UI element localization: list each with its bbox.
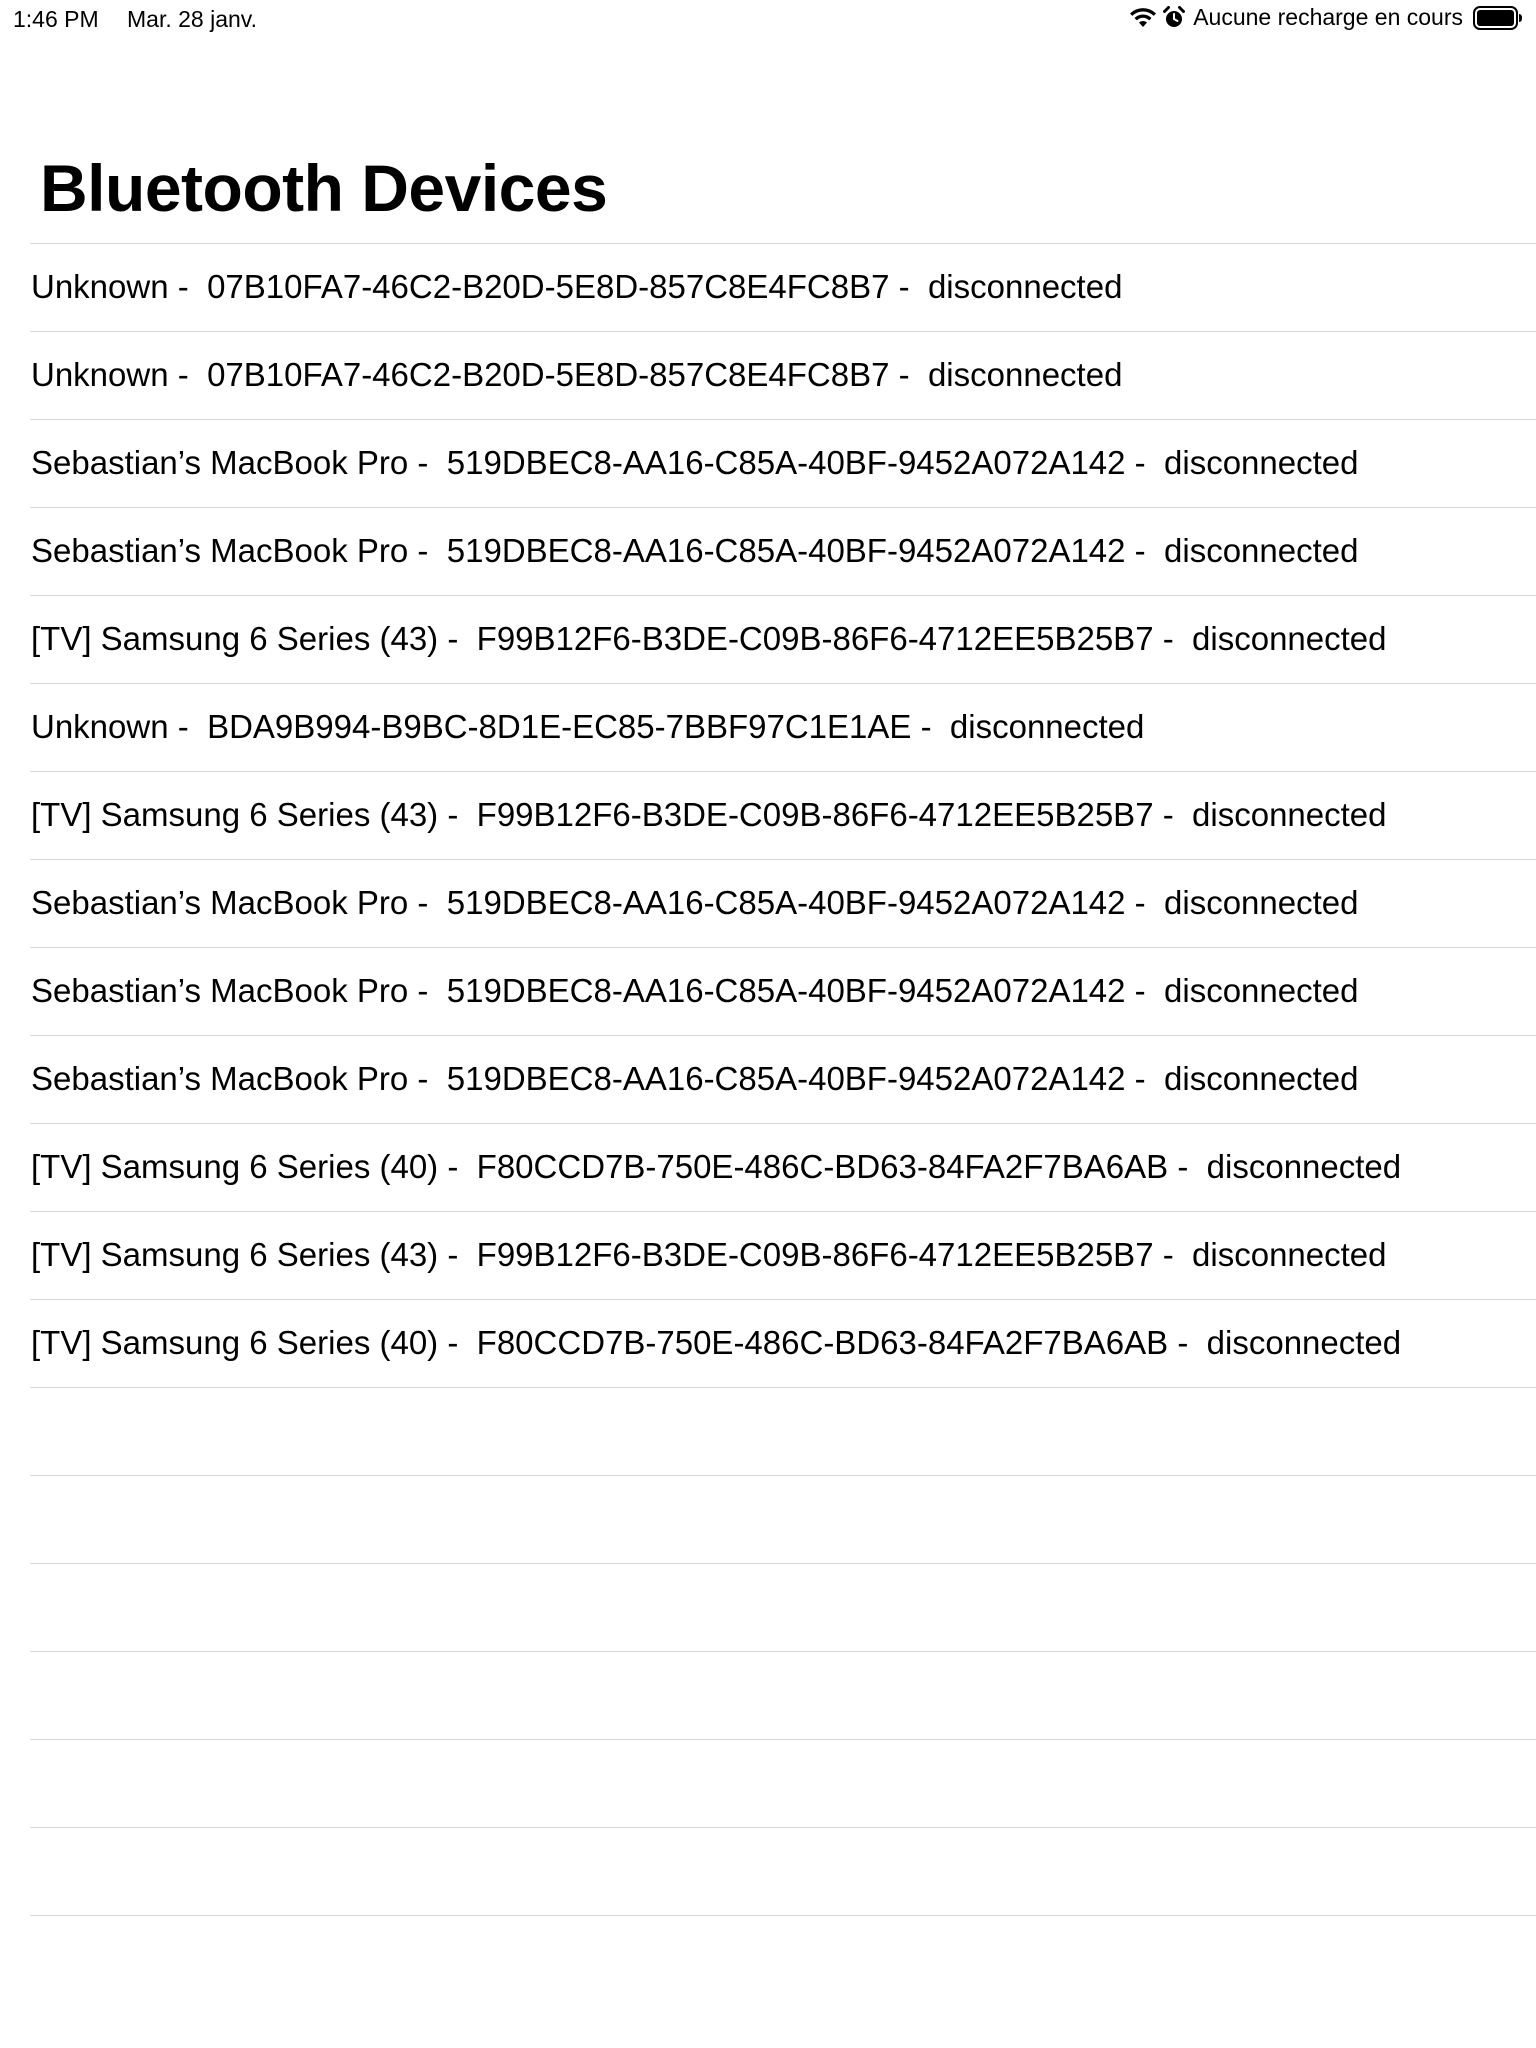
device-row[interactable]: [TV] Samsung 6 Series (40) - F80CCD7B-75… bbox=[30, 1123, 1536, 1211]
device-label: [TV] Samsung 6 Series (43) - F99B12F6-B3… bbox=[31, 620, 1387, 657]
device-row[interactable]: Sebastian’s MacBook Pro - 519DBEC8-AA16-… bbox=[30, 859, 1536, 947]
status-date: Mar. 28 janv. bbox=[127, 6, 257, 32]
device-label: Sebastian’s MacBook Pro - 519DBEC8-AA16-… bbox=[31, 444, 1359, 481]
device-label: Unknown - 07B10FA7-46C2-B20D-5E8D-857C8E… bbox=[31, 268, 1123, 305]
empty-row bbox=[30, 1651, 1536, 1739]
device-label: [TV] Samsung 6 Series (40) - F80CCD7B-75… bbox=[31, 1324, 1402, 1361]
wifi-icon bbox=[1129, 7, 1157, 29]
charging-status-text: Aucune recharge en cours bbox=[1193, 4, 1463, 30]
device-label: Unknown - BDA9B994-B9BC-8D1E-EC85-7BBF97… bbox=[31, 708, 1145, 745]
empty-row bbox=[30, 1739, 1536, 1827]
empty-row bbox=[30, 1475, 1536, 1563]
device-label: Sebastian’s MacBook Pro - 519DBEC8-AA16-… bbox=[31, 972, 1359, 1009]
status-bar: 1:46 PM Mar. 28 janv. Aucune recharge en… bbox=[0, 0, 1536, 40]
status-indicators: Aucune recharge en cours bbox=[1129, 4, 1523, 31]
device-row[interactable]: [TV] Samsung 6 Series (40) - F80CCD7B-75… bbox=[30, 1299, 1536, 1387]
empty-row bbox=[30, 1387, 1536, 1475]
device-row[interactable]: Sebastian’s MacBook Pro - 519DBEC8-AA16-… bbox=[30, 1035, 1536, 1123]
status-time: 1:46 PM bbox=[13, 6, 99, 32]
device-row[interactable]: [TV] Samsung 6 Series (43) - F99B12F6-B3… bbox=[30, 1211, 1536, 1299]
empty-row bbox=[30, 1827, 1536, 1915]
empty-row bbox=[30, 1915, 1536, 2003]
device-label: Sebastian’s MacBook Pro - 519DBEC8-AA16-… bbox=[31, 532, 1359, 569]
device-row[interactable]: Sebastian’s MacBook Pro - 519DBEC8-AA16-… bbox=[30, 419, 1536, 507]
device-label: [TV] Samsung 6 Series (40) - F80CCD7B-75… bbox=[31, 1148, 1402, 1185]
device-label: [TV] Samsung 6 Series (43) - F99B12F6-B3… bbox=[31, 1236, 1387, 1273]
battery-icon bbox=[1473, 5, 1523, 31]
device-list: Unknown - 07B10FA7-46C2-B20D-5E8D-857C8E… bbox=[30, 243, 1536, 2003]
device-row[interactable]: [TV] Samsung 6 Series (43) - F99B12F6-B3… bbox=[30, 771, 1536, 859]
device-label: Sebastian’s MacBook Pro - 519DBEC8-AA16-… bbox=[31, 1060, 1359, 1097]
device-row[interactable]: Unknown - 07B10FA7-46C2-B20D-5E8D-857C8E… bbox=[30, 243, 1536, 331]
device-label: Sebastian’s MacBook Pro - 519DBEC8-AA16-… bbox=[31, 884, 1359, 921]
device-label: [TV] Samsung 6 Series (43) - F99B12F6-B3… bbox=[31, 796, 1387, 833]
device-row[interactable]: Sebastian’s MacBook Pro - 519DBEC8-AA16-… bbox=[30, 947, 1536, 1035]
device-row[interactable]: Unknown - BDA9B994-B9BC-8D1E-EC85-7BBF97… bbox=[30, 683, 1536, 771]
device-row[interactable]: Sebastian’s MacBook Pro - 519DBEC8-AA16-… bbox=[30, 507, 1536, 595]
alarm-icon bbox=[1163, 5, 1186, 30]
page-title: Bluetooth Devices bbox=[40, 151, 608, 225]
empty-row bbox=[30, 1563, 1536, 1651]
device-row[interactable]: [TV] Samsung 6 Series (43) - F99B12F6-B3… bbox=[30, 595, 1536, 683]
device-label: Unknown - 07B10FA7-46C2-B20D-5E8D-857C8E… bbox=[31, 356, 1123, 393]
device-row[interactable]: Unknown - 07B10FA7-46C2-B20D-5E8D-857C8E… bbox=[30, 331, 1536, 419]
